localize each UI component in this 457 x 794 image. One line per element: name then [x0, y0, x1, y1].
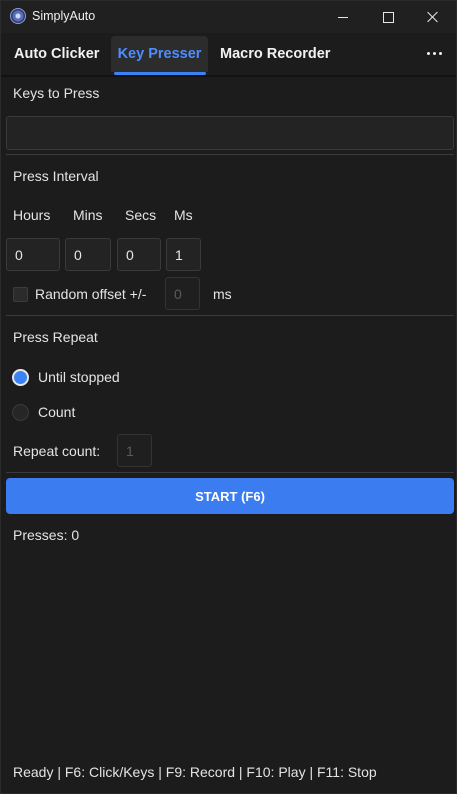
mins-label: Mins	[73, 207, 103, 223]
tab-macro-recorder[interactable]: Macro Recorder	[213, 36, 337, 72]
repeat-count-input[interactable]: 1	[117, 434, 152, 467]
presses-counter: Presses: 0	[13, 527, 80, 543]
hours-label: Hours	[13, 207, 51, 223]
random-offset-input[interactable]: 0	[165, 277, 200, 310]
keys-input[interactable]	[6, 116, 454, 150]
more-horizontal-icon	[426, 51, 430, 55]
tab-key-presser[interactable]: Key Presser	[111, 36, 208, 72]
close-icon	[427, 11, 439, 23]
ms-input[interactable]: 1	[166, 238, 201, 271]
until-stopped-radio[interactable]	[12, 369, 29, 386]
minimize-icon	[338, 16, 348, 18]
repeat-count-label: Repeat count:	[13, 443, 101, 459]
section-divider	[6, 315, 454, 316]
status-bar: Ready | F6: Click/Keys | F9: Record | F1…	[13, 764, 377, 780]
more-options-button[interactable]	[421, 43, 447, 63]
press-interval-label: Press Interval	[13, 168, 99, 184]
app-logo-icon	[10, 8, 26, 24]
until-stopped-label: Until stopped	[38, 369, 120, 385]
maximize-button[interactable]	[365, 1, 411, 33]
keys-to-press-label: Keys to Press	[13, 85, 100, 101]
secs-label: Secs	[125, 207, 157, 223]
start-button[interactable]: START (F6)	[6, 478, 454, 514]
close-button[interactable]	[410, 1, 456, 33]
mins-input[interactable]: 0	[65, 238, 111, 271]
section-divider	[6, 472, 454, 473]
tab-auto-clicker[interactable]: Auto Clicker	[7, 36, 106, 72]
random-offset-label: Random offset +/-	[35, 286, 147, 302]
press-repeat-label: Press Repeat	[13, 329, 98, 345]
minimize-button[interactable]	[320, 1, 366, 33]
ms-label: Ms	[174, 207, 193, 223]
random-offset-unit: ms	[213, 286, 232, 302]
title-bar: SimplyAuto	[1, 1, 456, 33]
tab-bar: Auto Clicker Key Presser Macro Recorder	[1, 33, 456, 75]
app-window: SimplyAuto Auto Clicker Key Presser Macr…	[0, 0, 457, 794]
section-divider	[6, 154, 454, 155]
count-label: Count	[38, 404, 76, 420]
tab-separator	[1, 75, 456, 77]
hours-input[interactable]: 0	[6, 238, 60, 271]
window-title: SimplyAuto	[32, 9, 96, 23]
random-offset-checkbox[interactable]	[13, 287, 28, 302]
count-radio[interactable]	[12, 404, 29, 421]
maximize-icon	[382, 11, 394, 23]
secs-input[interactable]: 0	[117, 238, 161, 271]
